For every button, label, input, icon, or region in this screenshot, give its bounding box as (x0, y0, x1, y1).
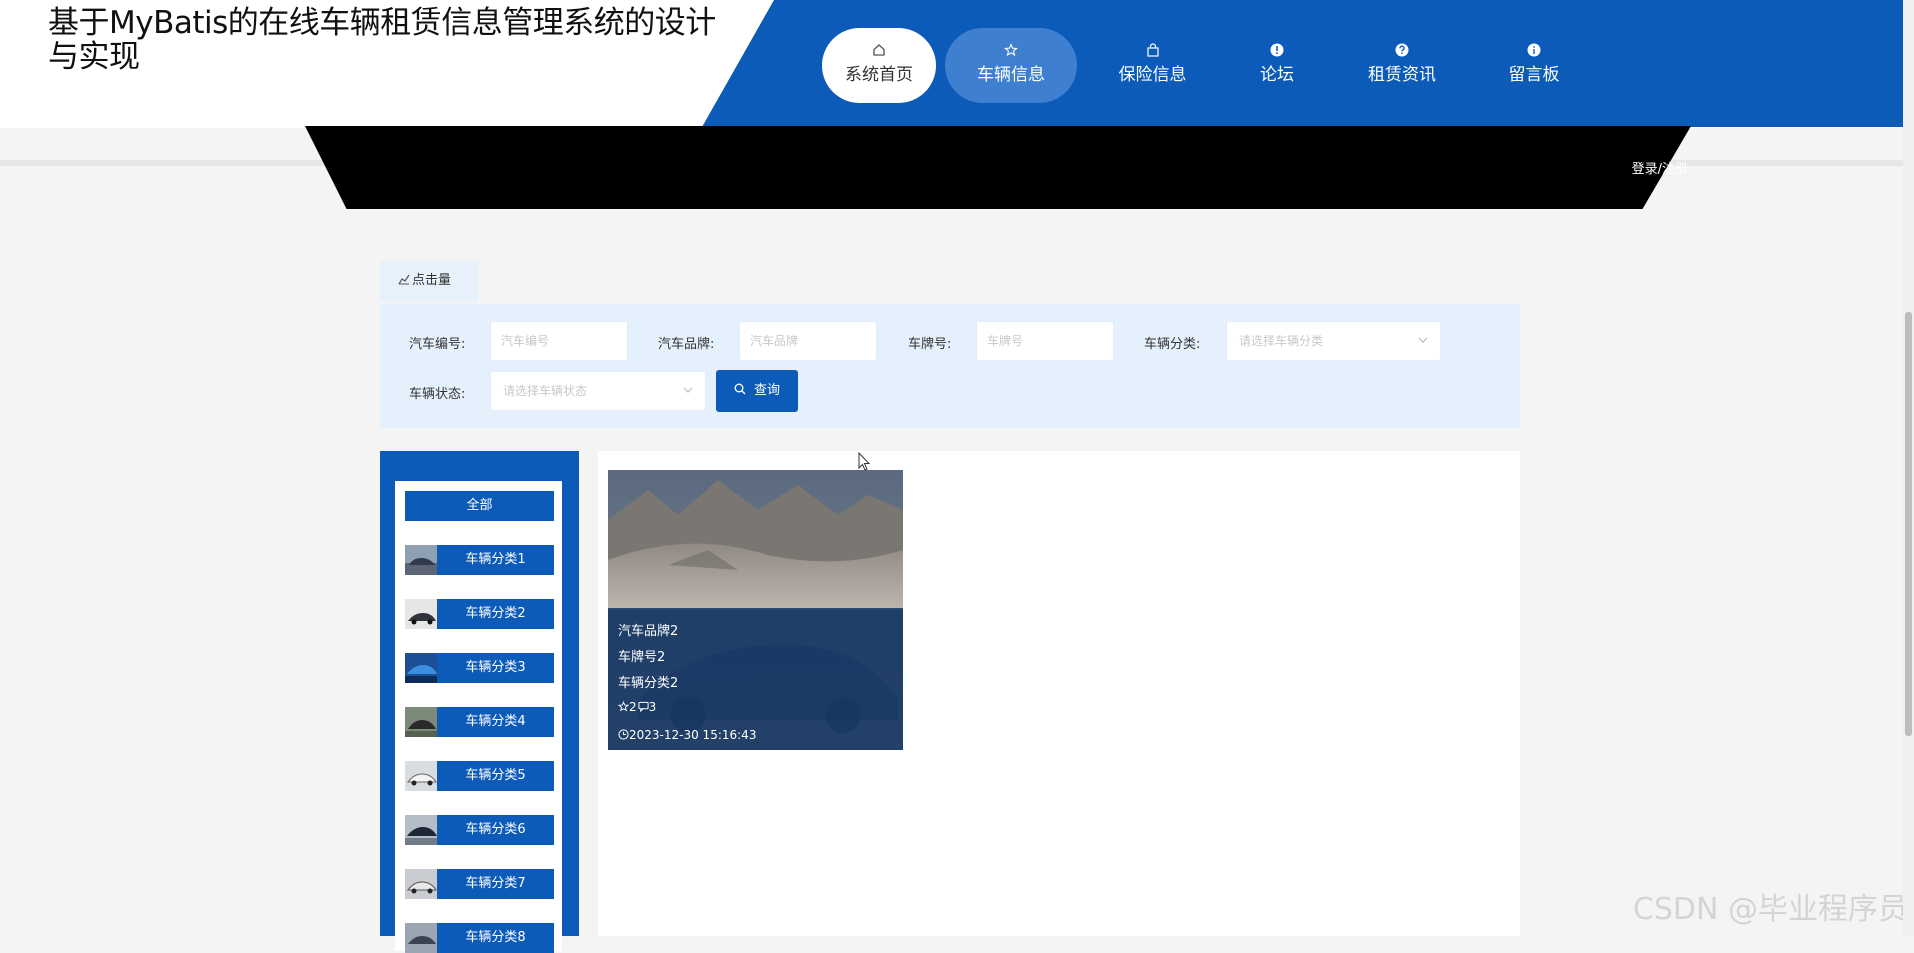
category-item-label: 车辆分类8 (437, 923, 554, 953)
car-no-label: 汽车编号: (409, 337, 466, 352)
category-item-label: 车辆分类4 (437, 707, 554, 737)
card-brand: 汽车品牌2 (618, 624, 679, 639)
card-category: 车辆分类2 (618, 676, 679, 691)
car-no-input[interactable] (490, 321, 628, 361)
bag-icon (1146, 43, 1159, 57)
car-thumbnail (405, 707, 438, 737)
category-item-label: 车辆分类1 (437, 545, 554, 575)
sort-tab-label: 点击量 (412, 273, 452, 288)
chevron-down-icon (683, 387, 693, 393)
category-label: 车辆分类: (1144, 337, 1201, 352)
plate-label: 车牌号: (908, 337, 952, 352)
category-item[interactable]: 车辆分类4 (405, 707, 554, 737)
question-icon (1395, 43, 1409, 57)
chevron-down-icon (1418, 337, 1428, 343)
category-all[interactable]: 全部 (405, 491, 554, 521)
star-icon (617, 700, 630, 712)
category-item[interactable]: 车辆分类6 (405, 815, 554, 845)
watermark: CSDN @毕业程序员 (1632, 892, 1908, 927)
category-all-label: 全部 (405, 491, 554, 521)
nav-forum[interactable]: 论坛 (1230, 28, 1324, 103)
car-thumbnail (405, 653, 438, 683)
login-register-link[interactable]: 登录/注册 (1632, 158, 1688, 177)
status-select[interactable]: 请选择车辆状态 (490, 371, 706, 411)
vehicle-card[interactable]: 汽车品牌2 车牌号2 车辆分类2 23 2023-12-30 15:16:43 (608, 470, 903, 750)
car-thumbnail (405, 545, 438, 575)
category-item-label: 车辆分类5 (437, 761, 554, 791)
nav-vehicles-label: 车辆信息 (977, 65, 1045, 85)
black-banner (305, 126, 1691, 209)
sort-by-clicks-tab[interactable]: 点击量 (380, 261, 478, 301)
site-title: 基于MyBatis的在线车辆租赁信息管理系统的设计与实现 (48, 5, 716, 75)
category-item[interactable]: 车辆分类5 (405, 761, 554, 791)
brand-label: 汽车品牌: (658, 337, 715, 352)
category-select-placeholder: 请选择车辆分类 (1239, 334, 1324, 348)
category-item[interactable]: 车辆分类2 (405, 599, 554, 629)
star-icon (1004, 43, 1018, 57)
nav-home[interactable]: 系统首页 (822, 28, 936, 103)
brand-input[interactable] (739, 321, 877, 361)
nav-vehicles[interactable]: 车辆信息 (945, 28, 1077, 103)
clock-icon (618, 729, 629, 740)
nav-rental-news[interactable]: 租赁资讯 (1340, 28, 1464, 103)
nav-message-board[interactable]: 留言板 (1484, 28, 1584, 103)
card-comments: 3 (648, 700, 657, 714)
search-icon (734, 383, 746, 395)
status-select-placeholder: 请选择车辆状态 (503, 384, 588, 398)
card-time: 2023-12-30 15:16:43 (629, 728, 757, 742)
category-item-label: 车辆分类3 (437, 653, 554, 683)
car-thumbnail (405, 923, 438, 953)
home-icon (873, 44, 885, 56)
comment-icon (638, 701, 649, 713)
nav-message-board-label: 留言板 (1508, 65, 1560, 85)
category-select[interactable]: 请选择车辆分类 (1226, 321, 1441, 361)
status-label: 车辆状态: (409, 387, 466, 402)
category-item-label: 车辆分类7 (437, 869, 554, 899)
card-stats: 23 (617, 700, 657, 714)
card-likes: 2 (629, 700, 637, 714)
query-button[interactable]: 查询 (716, 370, 798, 412)
car-thumbnail (405, 869, 438, 899)
nav-insurance[interactable]: 保险信息 (1090, 28, 1215, 103)
car-thumbnail (405, 761, 438, 791)
category-item[interactable]: 车辆分类7 (405, 869, 554, 899)
category-item[interactable]: 车辆分类3 (405, 653, 554, 683)
card-time-row: 2023-12-30 15:16:43 (618, 728, 756, 742)
plate-input[interactable] (976, 321, 1114, 361)
info-icon (1527, 43, 1541, 57)
query-button-label: 查询 (753, 383, 780, 398)
category-item[interactable]: 车辆分类8 (405, 923, 554, 953)
mouse-cursor-icon (858, 452, 871, 471)
category-sidebar: 全部 车辆分类1 车辆分类2 车辆分类3 车辆分类4 车辆分类5 车辆分类6 车… (380, 451, 579, 953)
scrollbar-thumb[interactable] (1905, 312, 1912, 736)
card-plate: 车牌号2 (618, 650, 666, 665)
nav-forum-label: 论坛 (1260, 65, 1294, 85)
nav-insurance-label: 保险信息 (1118, 65, 1187, 85)
exclamation-icon (1270, 43, 1284, 57)
car-thumbnail (405, 815, 438, 845)
chart-icon (398, 274, 410, 285)
category-item[interactable]: 车辆分类1 (405, 545, 554, 575)
car-thumbnail (405, 599, 438, 629)
nav-rental-news-label: 租赁资讯 (1368, 65, 1436, 85)
nav-home-label: 系统首页 (845, 65, 913, 85)
category-item-label: 车辆分类2 (437, 599, 554, 629)
category-item-label: 车辆分类6 (437, 815, 554, 845)
category-list: 全部 车辆分类1 车辆分类2 车辆分类3 车辆分类4 车辆分类5 车辆分类6 车… (395, 481, 562, 953)
